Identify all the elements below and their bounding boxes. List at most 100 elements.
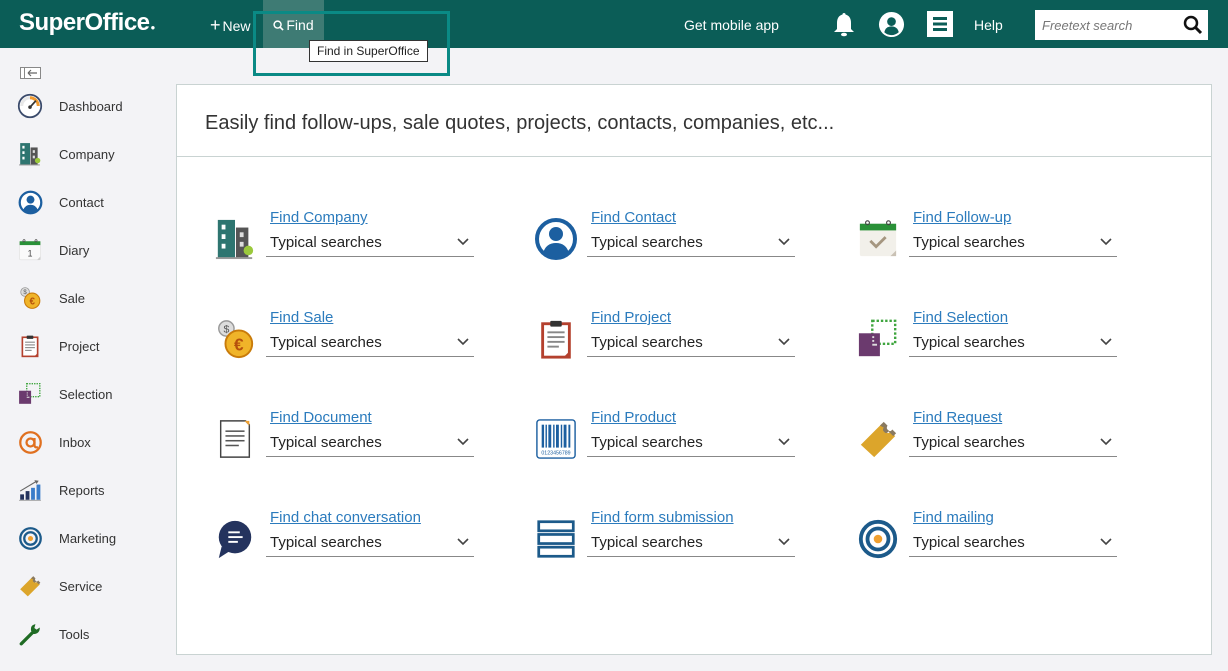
menu-icon[interactable] — [927, 11, 953, 42]
typical-searches-dropdown[interactable]: Typical searches — [587, 229, 795, 257]
search-icon — [273, 20, 285, 31]
chevron-down-icon — [1100, 238, 1112, 246]
sidebar-item-label: Tools — [59, 626, 90, 642]
contact-icon — [534, 217, 578, 261]
contact-icon — [17, 189, 43, 215]
find-company-link[interactable]: Find Company — [270, 209, 368, 226]
finder-chat-conversation: Find chat conversation Typical searches — [213, 509, 474, 569]
dropdown-value: Typical searches — [270, 234, 382, 251]
typical-searches-dropdown[interactable]: Typical searches — [909, 429, 1117, 457]
new-label: New — [222, 18, 251, 34]
find-tooltip: Find in SuperOffice — [309, 40, 428, 62]
sidebar-item-dashboard[interactable]: Dashboard — [0, 82, 170, 130]
chevron-down-icon — [778, 338, 790, 346]
dropdown-value: Typical searches — [591, 234, 703, 251]
inbox-icon — [17, 429, 43, 455]
sidebar-item-marketing[interactable]: Marketing — [0, 514, 170, 562]
find-document-link[interactable]: Find Document — [270, 409, 372, 426]
sidebar-item-label: Inbox — [59, 434, 91, 450]
sidebar-item-label: Sale — [59, 290, 86, 306]
logo-dot: ● — [150, 23, 156, 32]
typical-searches-dropdown[interactable]: Typical searches — [587, 429, 795, 457]
find-product-link[interactable]: Find Product — [591, 409, 676, 426]
finder-company: Find Company Typical searches — [213, 209, 474, 269]
search-icon[interactable] — [1183, 15, 1203, 40]
selection-icon — [856, 317, 900, 361]
typical-searches-dropdown[interactable]: Typical searches — [909, 229, 1117, 257]
document-icon — [213, 417, 257, 461]
sidebar-item-label: Marketing — [59, 530, 117, 546]
typical-searches-dropdown[interactable]: Typical searches — [266, 229, 474, 257]
superoffice-logo[interactable]: SuperOffice● — [19, 9, 155, 37]
get-mobile-app-link[interactable]: Get mobile app — [684, 0, 779, 50]
sale-icon — [213, 317, 257, 361]
dropdown-value: Typical searches — [270, 434, 382, 451]
find-panel: Easily find follow-ups, sale quotes, pro… — [176, 84, 1212, 655]
selection-icon — [17, 381, 43, 407]
typical-searches-dropdown[interactable]: Typical searches — [266, 329, 474, 357]
typical-searches-dropdown[interactable]: Typical searches — [587, 529, 795, 557]
finder-form-submission: Find form submission Typical searches — [534, 509, 795, 569]
chevron-down-icon — [778, 238, 790, 246]
finder-contact: Find Contact Typical searches — [534, 209, 795, 269]
chevron-down-icon — [1100, 438, 1112, 446]
dropdown-value: Typical searches — [591, 334, 703, 351]
sidebar-item-label: Diary — [59, 242, 90, 258]
sidebar-item-service[interactable]: Service — [0, 562, 170, 610]
find-form-submission-link[interactable]: Find form submission — [591, 509, 734, 526]
sidebar-item-reports[interactable]: Reports — [0, 466, 170, 514]
dropdown-value: Typical searches — [270, 334, 382, 351]
chevron-down-icon — [778, 438, 790, 446]
sidebar-item-inbox[interactable]: Inbox — [0, 418, 170, 466]
find-mailing-link[interactable]: Find mailing — [913, 509, 994, 526]
chevron-down-icon — [1100, 338, 1112, 346]
dropdown-value: Typical searches — [270, 534, 382, 551]
find-selection-link[interactable]: Find Selection — [913, 309, 1008, 326]
user-icon[interactable] — [878, 11, 905, 43]
sidebar-item-label: Contact — [59, 194, 104, 210]
page-heading: Easily find follow-ups, sale quotes, pro… — [177, 85, 1211, 157]
find-request-link[interactable]: Find Request — [913, 409, 1002, 426]
sidebar-item-company[interactable]: Company — [0, 130, 170, 178]
finder-selection: Find Selection Typical searches — [856, 309, 1117, 369]
finder-mailing: Find mailing Typical searches — [856, 509, 1117, 569]
request-ticket-icon — [856, 417, 900, 461]
dropdown-value: Typical searches — [913, 434, 1025, 451]
sale-icon — [17, 285, 43, 311]
typical-searches-dropdown[interactable]: Typical searches — [587, 329, 795, 357]
find-chat-conversation-link[interactable]: Find chat conversation — [270, 509, 421, 526]
sidebar-item-tools[interactable]: Tools — [0, 610, 170, 658]
chevron-down-icon — [1100, 538, 1112, 546]
sidebar: Dashboard Company Contact Diary Sale Pro… — [0, 82, 170, 658]
sidebar-item-sale[interactable]: Sale — [0, 274, 170, 322]
find-follow-up-link[interactable]: Find Follow-up — [913, 209, 1011, 226]
sidebar-item-selection[interactable]: Selection — [0, 370, 170, 418]
find-contact-link[interactable]: Find Contact — [591, 209, 676, 226]
reports-icon — [17, 477, 43, 503]
typical-searches-dropdown[interactable]: Typical searches — [266, 429, 474, 457]
sidebar-item-label: Selection — [59, 386, 113, 402]
help-link[interactable]: Help — [974, 0, 1003, 50]
find-project-link[interactable]: Find Project — [591, 309, 671, 326]
sidebar-item-contact[interactable]: Contact — [0, 178, 170, 226]
sidebar-item-diary[interactable]: Diary — [0, 226, 170, 274]
typical-searches-dropdown[interactable]: Typical searches — [909, 529, 1117, 557]
typical-searches-dropdown[interactable]: Typical searches — [266, 529, 474, 557]
finder-project: Find Project Typical searches — [534, 309, 795, 369]
marketing-icon — [17, 525, 43, 551]
follow-up-icon — [856, 217, 900, 261]
chevron-down-icon — [457, 338, 469, 346]
bell-icon[interactable] — [832, 11, 856, 42]
form-icon — [534, 517, 578, 561]
plus-icon: + — [210, 15, 221, 35]
finder-follow-up: Find Follow-up Typical searches — [856, 209, 1117, 269]
dropdown-value: Typical searches — [591, 534, 703, 551]
sidebar-item-label: Company — [59, 146, 115, 162]
finder-document: Find Document Typical searches — [213, 409, 474, 469]
sidebar-item-project[interactable]: Project — [0, 322, 170, 370]
typical-searches-dropdown[interactable]: Typical searches — [909, 329, 1117, 357]
new-button[interactable]: + New — [210, 0, 251, 48]
find-sale-link[interactable]: Find Sale — [270, 309, 333, 326]
freetext-search-input[interactable] — [1035, 10, 1180, 40]
freetext-search — [1034, 9, 1209, 41]
